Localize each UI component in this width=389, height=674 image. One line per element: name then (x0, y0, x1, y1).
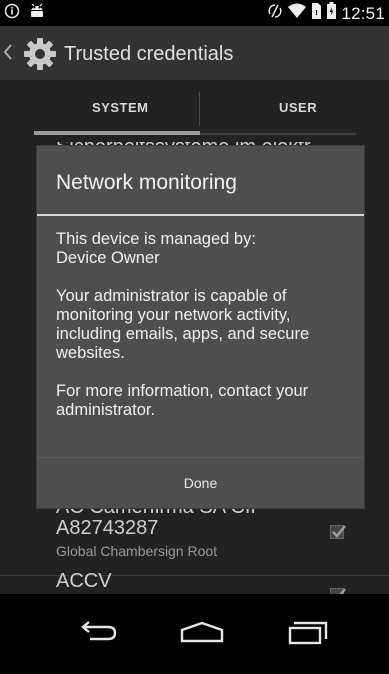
action-bar: Trusted credentials (0, 26, 389, 80)
back-caret-icon[interactable] (3, 43, 13, 66)
dialog-paragraph: This device is managed by: Device Owner (56, 230, 256, 267)
clock: 12:51 (341, 3, 385, 23)
page-title: Trusted credentials (64, 43, 234, 65)
wifi-icon (287, 2, 307, 25)
svg-text:!: ! (315, 9, 318, 17)
dialog-message: This device is managed by: Device Owner … (56, 230, 356, 439)
tab-selected-indicator (34, 131, 200, 135)
dialog-title: Network monitoring (56, 171, 237, 194)
list-item-title[interactable]: A82743287 (56, 517, 158, 539)
list-item-title[interactable]: ACCV (56, 570, 112, 593)
dialog-paragraph: For more information, contact your admin… (56, 382, 309, 419)
list-item-subtitle: Global Chambersign Root (56, 543, 218, 559)
checkbox[interactable] (330, 525, 346, 539)
tab-bar: SYSTEM USER (0, 80, 389, 138)
settings-gear-icon[interactable] (22, 36, 58, 77)
tab-system[interactable]: SYSTEM (92, 100, 148, 115)
recents-icon[interactable] (288, 621, 328, 650)
android-icon (28, 3, 46, 24)
sim-icon: ! (311, 2, 322, 25)
network-monitoring-dialog: Network monitoring This device is manage… (37, 146, 364, 508)
home-icon[interactable] (180, 621, 224, 648)
battery-icon (326, 2, 337, 25)
info-icon (4, 3, 20, 24)
sync-icon (267, 2, 283, 25)
tab-divider (199, 92, 200, 126)
navigation-bar (0, 594, 389, 674)
tab-user[interactable]: USER (279, 100, 317, 115)
status-bar: ! 12:51 (0, 0, 389, 26)
back-icon[interactable] (78, 621, 118, 648)
dialog-paragraph: Your administrator is capable of monitor… (56, 287, 310, 362)
dialog-title-divider (37, 214, 364, 216)
done-button[interactable]: Done (37, 458, 364, 508)
